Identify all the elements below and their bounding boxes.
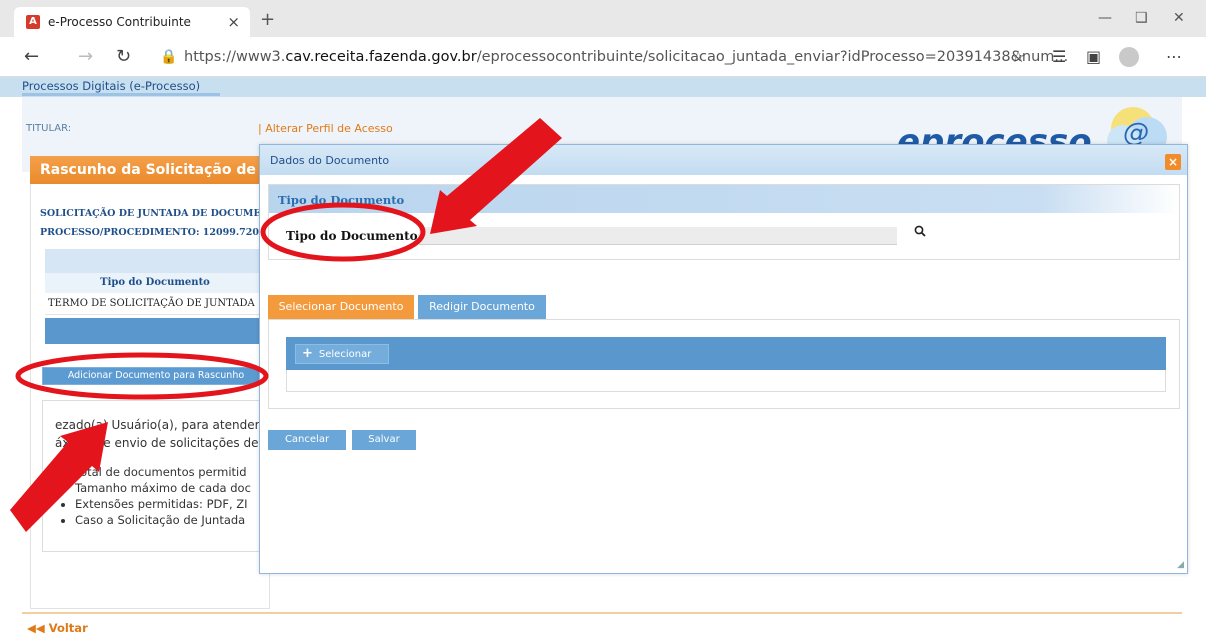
section-header: Tipo do Documento [269, 185, 1179, 213]
alterar-perfil-link[interactable]: | Alterar Perfil de Acesso [258, 122, 393, 135]
dialog-title: Dados do Documento [270, 154, 390, 167]
table-row[interactable]: TERMO DE SOLICITAÇÃO DE JUNTADA [45, 293, 265, 315]
tab-content: + Selecionar [268, 319, 1180, 409]
tipo-documento-section: Tipo do Documento Tipo do Documento: [268, 184, 1180, 260]
table-header [45, 249, 265, 273]
dialog-header[interactable]: Dados do Documento × [260, 145, 1187, 175]
forward-icon[interactable]: → [78, 46, 93, 67]
url-prefix: https://www3. [184, 49, 286, 65]
tab-close-icon[interactable]: × [227, 13, 240, 31]
list-item: Total de documentos permitid [75, 464, 251, 480]
new-tab-icon[interactable]: + [260, 9, 275, 30]
url-domain: cav.receita.fazenda.gov.br [285, 49, 477, 65]
tipo-documento-input[interactable] [419, 227, 897, 245]
document-data-dialog: Dados do Documento × Tipo do Documento T… [259, 144, 1188, 574]
footer-divider [22, 612, 1182, 614]
favorite-add-icon[interactable]: ☆ [1011, 47, 1025, 66]
menu-processos-digitais[interactable]: Processos Digitais (e-Processo) [22, 79, 221, 96]
page-content: Processos Digitais (e-Processo) TITULAR:… [0, 77, 1206, 639]
solicitacao-label: SOLICITAÇÃO DE JUNTADA DE DOCUMENTOS [40, 208, 292, 219]
info-message-box: ezado(a) Usuário(a), para atender a áxim… [42, 400, 272, 552]
list-item: Caso a Solicitação de Juntada [75, 512, 251, 528]
url-field[interactable]: https://www3.cav.receita.fazenda.gov.br/… [184, 49, 1068, 65]
table-footer [45, 318, 265, 344]
section-title: Tipo do Documento [278, 193, 405, 207]
add-document-button[interactable]: Adicionar Documento para Rascunho [42, 367, 270, 385]
profile-icon[interactable] [1119, 47, 1139, 67]
reload-icon[interactable]: ↻ [116, 46, 131, 67]
minimize-icon[interactable]: — [1098, 10, 1112, 26]
browser-tab[interactable]: A e-Processo Contribuinte × [14, 7, 250, 37]
titular-label: TITULAR: [26, 123, 72, 134]
save-button[interactable]: Salvar [352, 430, 416, 450]
select-file-button[interactable]: + Selecionar [295, 344, 389, 364]
address-bar-row: ← → ↻ 🔒 https://www3.cav.receita.fazenda… [0, 37, 1206, 77]
back-icon[interactable]: ← [24, 46, 39, 67]
browser-tab-bar: A e-Processo Contribuinte × + — ❑ ✕ [0, 0, 1206, 37]
top-menu-strip: Processos Digitais (e-Processo) [0, 77, 1206, 97]
select-button-label: Selecionar [318, 349, 372, 360]
lock-icon[interactable]: 🔒 [160, 49, 177, 65]
section-title-bar: Rascunho da Solicitação de Juntada [30, 156, 270, 184]
message-list: Total de documentos permitid Tamanho máx… [75, 464, 251, 528]
tab-redigir-documento[interactable]: Redigir Documento [418, 295, 546, 319]
message-line-2: áximo de envio de solicitações de j [55, 436, 266, 450]
angular-favicon-icon: A [26, 15, 40, 29]
upload-toolbar: + Selecionar [286, 337, 1166, 370]
list-item: Extensões permitidas: PDF, ZI [75, 496, 251, 512]
processo-label: PROCESSO/PROCEDIMENTO: 12099.7200 [40, 227, 266, 238]
column-header-tipo: Tipo do Documento [45, 273, 265, 293]
plus-icon: + [302, 346, 313, 361]
resize-handle-icon[interactable]: ◢ [1177, 560, 1184, 570]
voltar-link[interactable]: ◀◀ Voltar [27, 621, 88, 635]
favorites-icon[interactable]: ☰ [1052, 47, 1066, 66]
collections-icon[interactable]: ▣ [1086, 47, 1101, 66]
close-icon[interactable]: ✕ [1173, 10, 1185, 26]
list-item: Tamanho máximo de cada doc [75, 480, 251, 496]
file-list-empty-row [286, 370, 1166, 392]
tab-selecionar-documento[interactable]: Selecionar Documento [268, 295, 414, 319]
tab-title: e-Processo Contribuinte [48, 15, 191, 29]
message-line-1: ezado(a) Usuário(a), para atender a [55, 418, 271, 432]
url-path: /eprocessocontribuinte/solicitacao_junta… [476, 49, 1069, 65]
search-icon[interactable] [914, 225, 926, 240]
more-icon[interactable]: ⋯ [1166, 47, 1182, 66]
dialog-close-button[interactable]: × [1165, 154, 1181, 170]
cancel-button[interactable]: Cancelar [268, 430, 346, 450]
tipo-documento-label: Tipo do Documento: [286, 229, 423, 243]
restore-icon[interactable]: ❑ [1135, 10, 1148, 26]
